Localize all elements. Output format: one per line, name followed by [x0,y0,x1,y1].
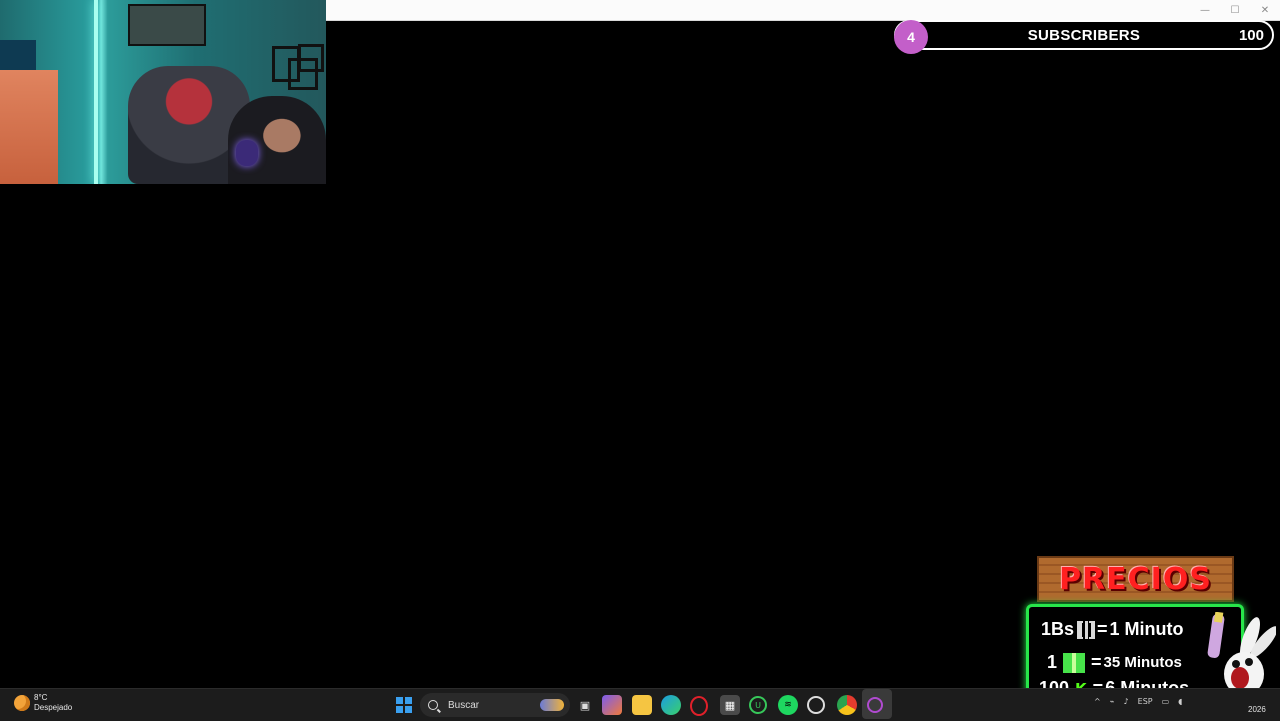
price-equals: = [1091,652,1102,672]
windows-taskbar: 8°C Despejado Buscar ▣ ▦ U ≋ ^ ⌁ ♪ ESP ▭… [0,688,1280,721]
weather-condition: Despejado [34,703,73,712]
tray-display-icon[interactable]: ▭ [1162,697,1170,706]
weather-widget[interactable]: 8°C Despejado [14,693,72,713]
taskbar-search-placeholder: Buscar [448,699,480,711]
window-controls: — ☐ ✕ [1190,0,1280,20]
file-explorer-icon[interactable] [632,695,652,715]
streaming-app-icon[interactable] [867,697,883,713]
subscriber-goal-bar: 4 SUBSCRIBERS 100 [894,20,1274,54]
upwork-icon[interactable]: U [749,696,767,714]
price-value: 1 Minuto [1109,619,1184,639]
search-highlight-icon [540,699,564,711]
price-value: 35 Minutos [1103,654,1182,671]
chrome-icon[interactable] [837,695,857,715]
tray-microphone-icon[interactable]: ♪ [1124,697,1129,706]
weather-temperature: 8°C [34,693,48,702]
taskbar-search-box[interactable]: Buscar [420,693,570,717]
webcam-feed [0,0,326,184]
webcam-background-shelf [0,70,58,184]
price-row: 1 = 35 Minutos [1047,652,1182,673]
chatgpt-icon[interactable] [807,696,825,714]
subscriber-goal-label: SUBSCRIBERS [1027,26,1141,44]
windows-start-icon[interactable] [396,697,412,713]
webcam-wall-picture [128,4,206,46]
window-title-bar: — ☐ ✕ [326,0,1280,21]
maximize-button[interactable]: ☐ [1220,0,1250,20]
precios-wooden-sign: PRECIOS [1037,556,1234,602]
minimize-button[interactable]: — [1190,0,1220,20]
store-icon[interactable]: ▦ [720,695,740,715]
close-button[interactable]: ✕ [1250,0,1280,20]
price-equals: = [1097,619,1108,639]
subscriber-goal-target: 100 [1238,26,1264,44]
weather-text: 8°C Despejado [34,693,72,713]
opera-icon[interactable] [690,696,708,716]
weather-sun-icon [14,695,30,711]
webcam-led-strip [94,0,98,184]
system-tray: ^ ⌁ ♪ ESP ▭ ◖ [1094,697,1182,706]
webcam-wall-frame [298,44,324,72]
qr-code-icon [1077,620,1096,639]
gift-icon [1063,652,1086,673]
spotify-icon[interactable]: ≋ [778,695,798,715]
search-icon [428,700,438,710]
copilot-icon[interactable] [602,695,622,715]
tray-network-icon[interactable]: ⌁ [1110,697,1115,706]
tray-clock-year[interactable]: 2026 [1248,705,1266,714]
price-quantity: 1 [1047,652,1058,672]
price-row: 1Bs = 1 Minuto [1041,619,1184,640]
edge-icon[interactable] [661,695,681,715]
webcam-background-object [0,40,36,70]
tray-chevron-icon[interactable]: ^ [1094,697,1101,706]
tray-volume-icon[interactable]: ◖ [1178,697,1182,706]
webcam-headset [236,140,258,166]
price-quantity: 1Bs [1041,619,1075,639]
tray-language[interactable]: ESP [1138,697,1153,706]
precios-title: PRECIOS [1059,561,1212,597]
task-view-icon[interactable]: ▣ [575,695,595,715]
